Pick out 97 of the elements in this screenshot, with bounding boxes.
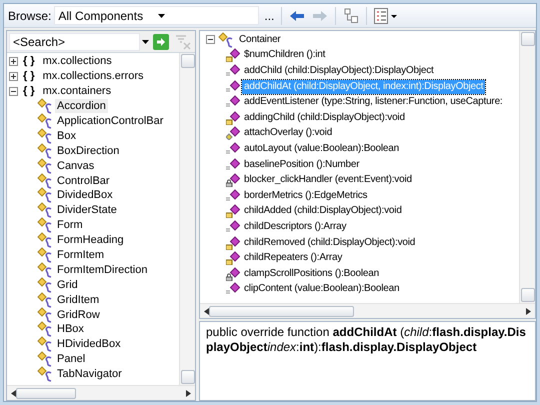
class-icon — [37, 187, 53, 204]
class-icon — [37, 232, 53, 248]
class-icon — [218, 32, 234, 48]
class-item[interactable]: FormItemDirection — [55, 262, 150, 277]
collapse-icon[interactable] — [9, 86, 18, 96]
browse-combobox[interactable]: All Components — [54, 6, 260, 25]
class-icon — [37, 202, 53, 218]
scroll-right-icon[interactable] — [186, 390, 191, 396]
member-item[interactable]: baselinePosition ():Number — [242, 158, 362, 172]
back-arrow-icon — [289, 10, 306, 22]
class-icon — [37, 351, 53, 368]
method-icon — [226, 266, 240, 281]
class-icon — [37, 321, 53, 338]
browse-more-button[interactable]: ... — [262, 6, 276, 26]
class-icon — [37, 128, 53, 144]
member-item[interactable]: borderMetrics ():EdgeMetrics — [242, 188, 370, 203]
class-item[interactable]: ApplicationControlBar — [55, 114, 166, 128]
class-icon — [37, 366, 53, 382]
class-icon — [37, 217, 53, 234]
class-item[interactable]: Form — [55, 218, 85, 232]
package-item[interactable]: mx.collections.errors — [40, 69, 146, 84]
method-icon — [226, 142, 240, 156]
package-icon: { } — [23, 82, 35, 100]
package-item[interactable]: mx.collections — [40, 54, 114, 68]
method-icon — [226, 236, 240, 250]
method-icon — [226, 173, 240, 188]
member-item[interactable]: clipContent (value:Boolean):Boolean — [242, 282, 402, 296]
method-icon — [226, 220, 240, 234]
package-icon: { } — [23, 68, 35, 85]
checklist-icon — [374, 8, 398, 24]
method-icon — [226, 95, 240, 110]
member-item[interactable]: addEventListener (type:String, listener:Function, useCapture: — [242, 95, 505, 110]
class-icon — [37, 247, 53, 264]
dropdown-icon[interactable] — [142, 40, 149, 44]
method-icon — [226, 204, 240, 218]
class-icon — [37, 292, 53, 308]
class-icon — [37, 306, 53, 323]
member-item[interactable]: childAdded (child:DisplayObject):void — [242, 204, 404, 218]
class-item[interactable]: TabNavigator — [55, 367, 124, 382]
class-icon — [37, 158, 53, 174]
class-icon — [37, 262, 53, 278]
class-item[interactable]: DividerState — [55, 203, 119, 218]
member-item[interactable]: childRemoved (child:DisplayObject):void — [242, 236, 418, 250]
member-item[interactable]: childRepeaters ():Array — [242, 251, 344, 266]
browse-label: Browse: — [8, 8, 52, 24]
search-field[interactable]: <Search> — [9, 32, 140, 50]
filter-clear-icon — [175, 34, 191, 50]
member-description: public override function addChildAt (child:flash.display.DisplayObjectindex:int):flash.display.DisplayObject — [199, 321, 536, 401]
class-item[interactable]: Accordion — [55, 99, 108, 114]
class-item[interactable]: GridRow — [55, 308, 102, 322]
class-icon — [37, 172, 53, 189]
class-icon — [37, 336, 53, 352]
scrollbar-thumb[interactable] — [209, 306, 354, 316]
class-node[interactable]: Container — [237, 32, 283, 47]
method-icon — [226, 110, 240, 125]
expand-icon[interactable] — [9, 56, 18, 66]
class-item[interactable]: FormItem — [55, 248, 106, 262]
member-item[interactable]: blocker_clickHandler (event:Event):void — [242, 173, 414, 188]
member-item[interactable]: $numChildren ():int — [242, 48, 328, 62]
method-icon — [226, 64, 240, 78]
class-item[interactable]: BoxDirection — [55, 144, 122, 158]
hierarchy-icon — [343, 8, 360, 24]
member-item[interactable]: autoLayout (value:Boolean):Boolean — [242, 142, 401, 156]
class-item[interactable]: GridItem — [55, 292, 102, 307]
class-icon — [37, 276, 53, 293]
class-item[interactable]: HBox — [55, 322, 86, 336]
expand-icon[interactable] — [9, 72, 18, 81]
forward-arrow-icon — [312, 10, 328, 22]
member-item[interactable]: childDescriptors ():Array — [242, 220, 348, 234]
member-item[interactable]: addingChild (child:DisplayObject):void — [242, 110, 407, 125]
class-item[interactable]: Canvas — [55, 158, 96, 173]
class-item[interactable]: Grid — [55, 278, 80, 292]
method-icon — [226, 48, 240, 62]
class-item[interactable]: FormHeading — [55, 233, 126, 248]
class-item[interactable]: Panel — [55, 352, 88, 366]
method-icon — [226, 158, 240, 172]
class-item[interactable]: ControlBar — [55, 174, 112, 188]
class-item[interactable]: DividedBox — [55, 188, 115, 202]
class-icon — [37, 142, 53, 159]
class-icon — [37, 98, 53, 114]
scrollbar-thumb[interactable] — [16, 388, 76, 398]
class-icon — [37, 113, 53, 130]
package-icon: { } — [23, 53, 35, 70]
method-icon — [226, 282, 240, 296]
dropdown-icon — [158, 14, 166, 18]
method-icon — [226, 80, 240, 94]
method-icon — [226, 251, 240, 266]
method-icon — [226, 126, 240, 140]
package-item[interactable]: mx.containers — [40, 84, 114, 98]
method-icon — [226, 188, 240, 203]
scroll-right-icon[interactable] — [526, 308, 531, 314]
class-item[interactable]: Box — [55, 128, 78, 143]
class-item[interactable]: HDividedBox — [55, 337, 123, 352]
collapse-icon[interactable] — [206, 35, 215, 44]
member-item[interactable]: addChild (child:DisplayObject):DisplayObject — [242, 64, 436, 78]
member-item[interactable]: attachOverlay ():void — [242, 126, 334, 140]
member-item[interactable]: clampScrollPositions ():Boolean — [242, 266, 381, 281]
